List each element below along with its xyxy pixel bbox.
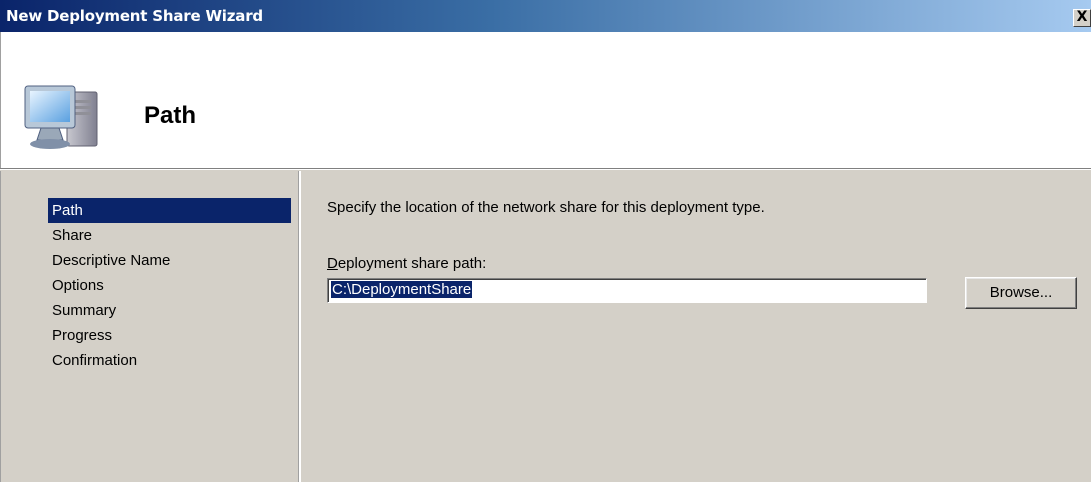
path-label: Deployment share path: bbox=[327, 255, 486, 272]
wizard-content: Specify the location of the network shar… bbox=[301, 171, 1091, 482]
computer-icon bbox=[24, 85, 98, 149]
nav-item-descriptive-name[interactable]: Descriptive Name bbox=[48, 248, 291, 273]
nav-item-options[interactable]: Options bbox=[48, 273, 291, 298]
wizard-header: Path bbox=[0, 32, 1091, 168]
nav-item-share[interactable]: Share bbox=[48, 223, 291, 248]
nav-item-summary[interactable]: Summary bbox=[48, 298, 291, 323]
nav-item-confirmation[interactable]: Confirmation bbox=[48, 348, 291, 373]
browse-button[interactable]: Browse... bbox=[965, 277, 1077, 309]
page-title: Path bbox=[144, 102, 197, 129]
path-input-value: C:\DeploymentShare bbox=[331, 281, 473, 298]
window-title: New Deployment Share Wizard bbox=[6, 7, 263, 25]
wizard-step-list: Path Share Descriptive Name Options Summ… bbox=[0, 171, 298, 482]
close-button[interactable]: X bbox=[1073, 9, 1091, 27]
nav-item-progress[interactable]: Progress bbox=[48, 323, 291, 348]
deployment-share-path-input[interactable]: C:\DeploymentShare bbox=[327, 278, 927, 303]
close-icon: X bbox=[1076, 9, 1088, 25]
path-label-access-key: D bbox=[327, 255, 338, 272]
title-bar: New Deployment Share Wizard X bbox=[0, 0, 1091, 32]
header-divider bbox=[0, 168, 1091, 170]
instruction-text: Specify the location of the network shar… bbox=[327, 199, 765, 216]
nav-item-path[interactable]: Path bbox=[48, 198, 291, 223]
path-label-text: eployment share path: bbox=[337, 255, 487, 272]
